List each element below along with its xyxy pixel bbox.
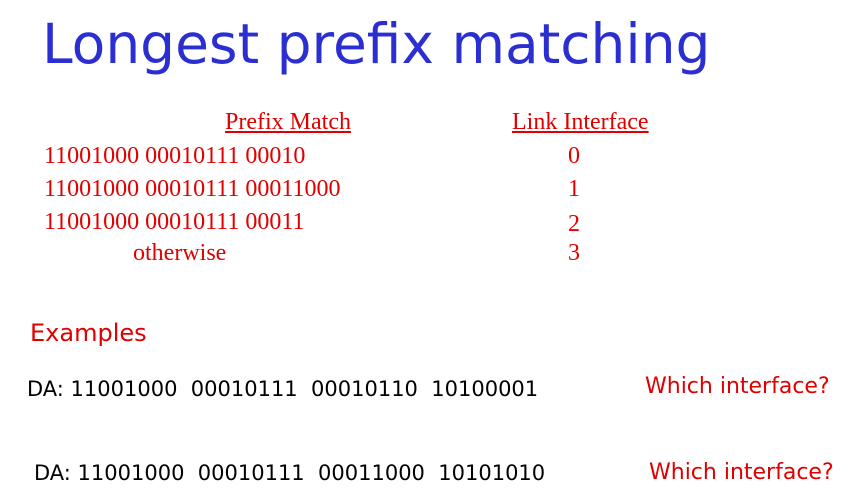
- table-row-link: 1: [568, 176, 580, 202]
- slide-title: Longest prefix matching: [42, 12, 711, 76]
- example-question: Which interface?: [645, 374, 830, 399]
- prefix-match-header: Prefix Match: [225, 109, 351, 135]
- table-row-prefix: otherwise: [133, 240, 227, 266]
- table-row-prefix: 11001000 00010111 00011: [44, 209, 305, 235]
- table-row-link: 3: [568, 240, 580, 266]
- link-interface-header: Link Interface: [512, 109, 649, 135]
- table-row-prefix: 11001000 00010111 00010: [44, 143, 306, 169]
- table-row-link: 2: [568, 211, 580, 237]
- table-row-prefix: 11001000 00010111 00011000: [44, 176, 341, 202]
- example-destination-address: DA: 11001000 00010111 00011000 10101010: [34, 461, 546, 485]
- table-row-link: 0: [568, 143, 580, 169]
- examples-heading: Examples: [30, 319, 147, 347]
- example-question: Which interface?: [649, 460, 834, 485]
- example-destination-address: DA: 11001000 00010111 00010110 10100001: [27, 377, 539, 401]
